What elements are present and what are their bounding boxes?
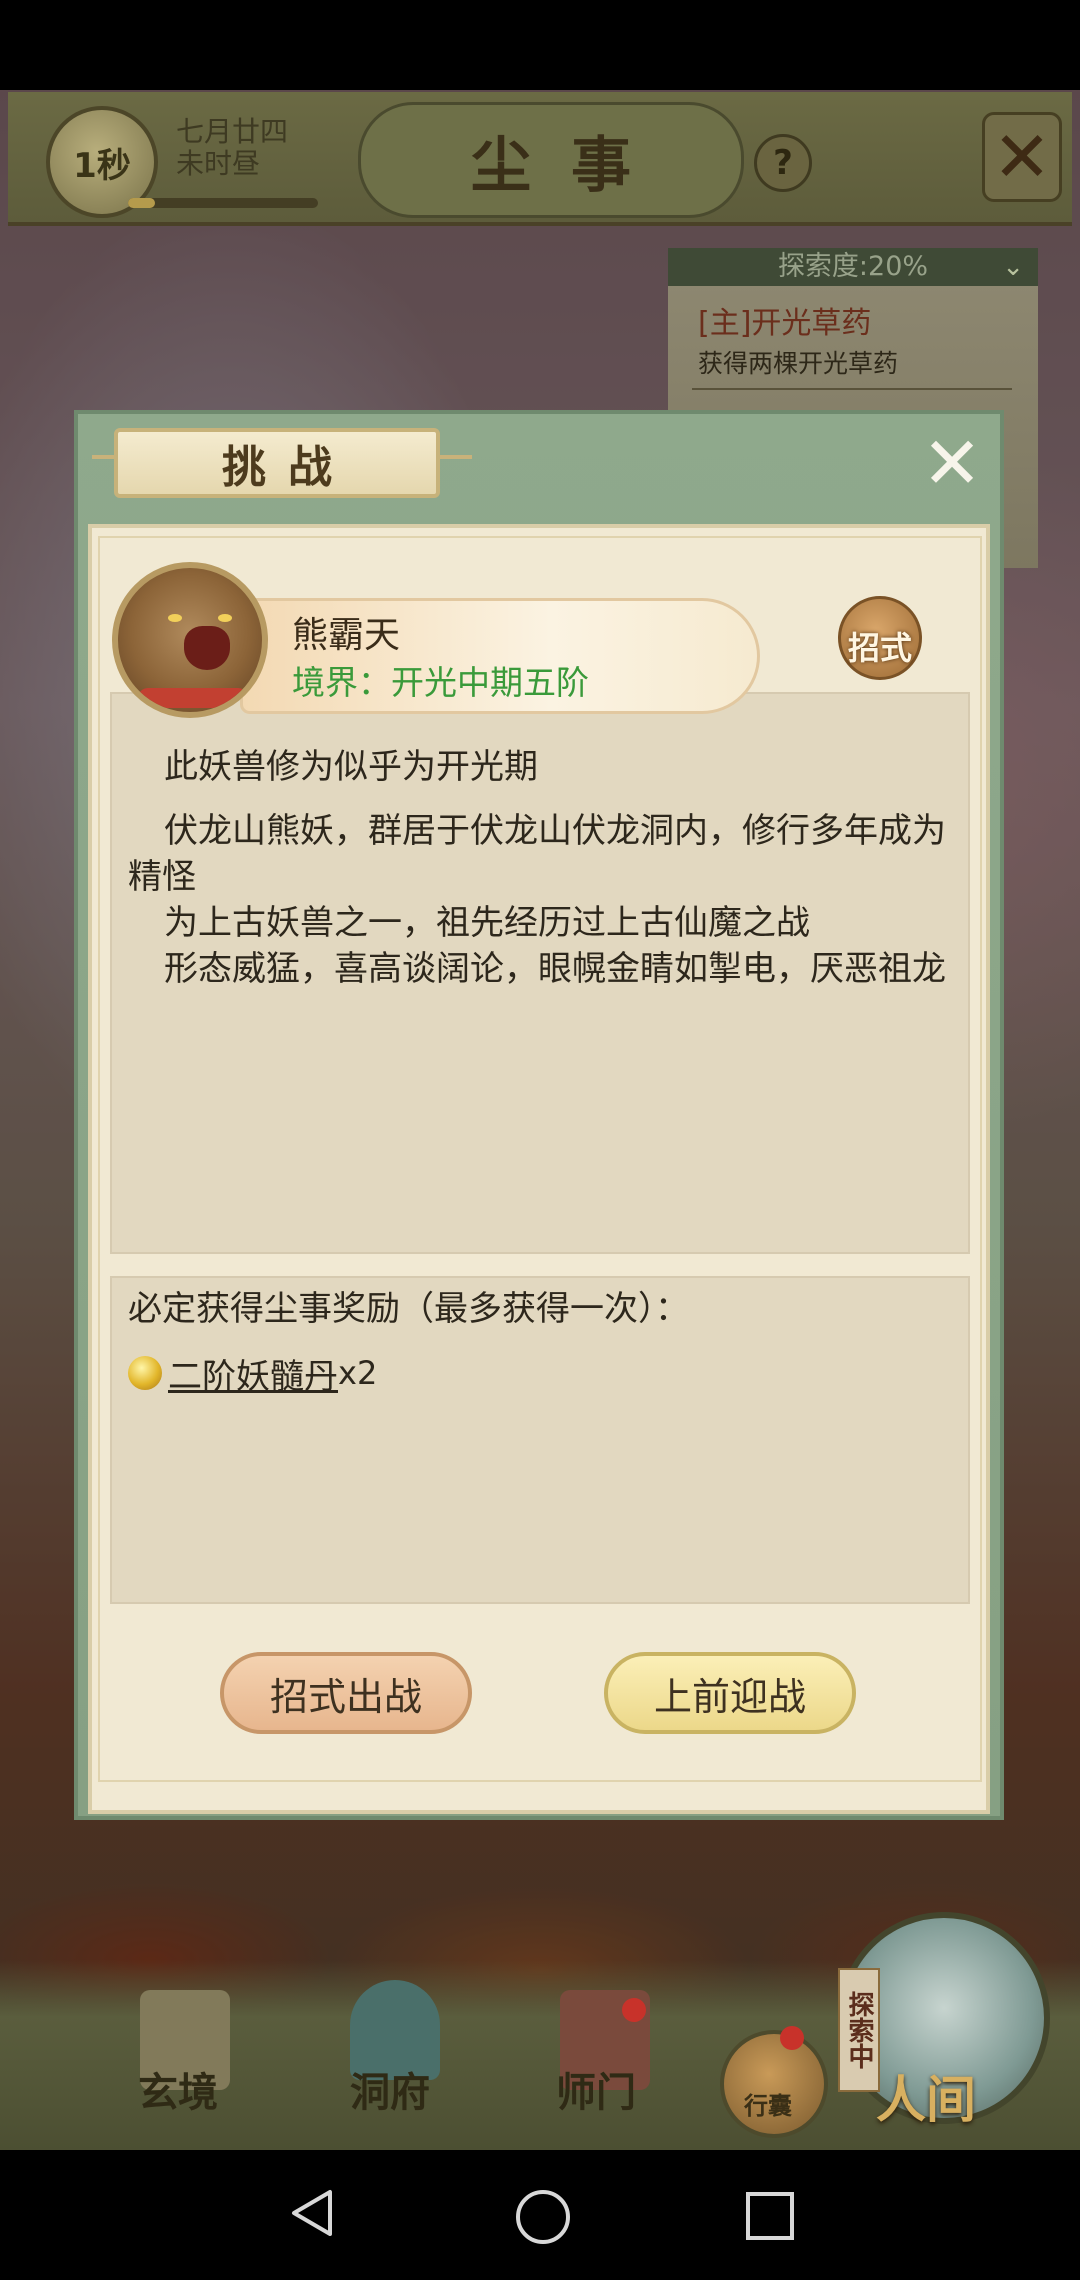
top-header: 1秒 七月廿四 未时昼 尘事 ? ✕ [8,92,1072,226]
reward-item-count: x2 [338,1354,378,1392]
bag-notification-dot [780,2026,804,2050]
help-icon: ? [773,143,793,183]
lore-line: 为上古妖兽之一，祖先经历过上古仙魔之战 [164,903,810,943]
portrait-eye-left [168,614,182,622]
nav-item-xuanjing[interactable]: 玄境 [138,2060,218,2118]
reward-item[interactable]: 二阶妖髓丹 x2 [128,1349,378,1398]
portrait-eye-right [218,614,232,622]
reward-title: 必定获得尘事奖励（最多获得一次）： [128,1289,689,1329]
nav-item-shimen[interactable]: 师门 [556,2060,636,2118]
bear-demon-portrait [112,562,268,718]
fight-with-moves-label: 招式出战 [269,1674,422,1719]
close-icon: ✕ [921,421,983,505]
main-quest-title: [主]开光草药 [698,306,872,341]
lore-line: 形态威猛，喜高谈阔论，眼幌金睛如掣电，厌恶祖龙 [164,949,946,989]
nav-item-dongfu[interactable]: 洞府 [350,2060,430,2118]
day-progress-bar [128,198,318,208]
sect-notification-dot [622,1998,646,2022]
quest-divider [692,388,1012,390]
main-quest-desc: 获得两棵开光草药 [698,349,899,378]
reward-item-name[interactable]: 二阶妖髓丹 [168,1349,338,1398]
moves-label: 招式 [847,629,912,667]
home-icon[interactable] [516,2190,570,2244]
exploration-progress: 探索度:20% [777,251,929,282]
page-title: 尘事 [471,130,671,201]
exploration-header: 探索度:20% ⌄ [668,248,1038,286]
bag-label: 行囊 [744,2092,792,2120]
engage-button[interactable]: 上前迎战 [604,1652,856,1734]
world-label: 人间 [876,2070,976,2129]
portrait-collar [138,688,248,708]
close-icon: ✕ [992,116,1052,198]
boss-name: 熊霸天 [292,615,401,656]
recents-icon[interactable] [746,2192,794,2240]
fight-with-moves-button[interactable]: 招式出战 [220,1652,472,1734]
timer-text: 1秒 [73,145,131,186]
help-button[interactable]: ? [754,134,812,192]
engage-label: 上前迎战 [653,1674,806,1719]
pill-icon [128,1356,162,1390]
cultivation-hint: 此妖兽修为似乎为开光期 [164,747,538,787]
bag-button[interactable] [720,2030,828,2138]
exploring-tag: 探索中 [838,1968,880,2092]
portrait-mouth [184,626,230,670]
dialog-title-tab: 挑战 [114,428,440,498]
page-title-plaque: 尘事 [358,102,744,218]
moves-button[interactable]: 招式 [838,596,922,680]
dialog-close-button[interactable]: ✕ [912,427,992,499]
boss-lore: 伏龙山熊妖，群居于伏龙山伏龙洞内，修行多年成为精怪 为上古妖兽之一，祖先经历过上… [128,808,958,992]
boss-realm: 境界：开光中期五阶 [292,663,589,702]
chevron-down-icon[interactable]: ⌄ [1002,248,1024,286]
date-line-2: 未时昼 [176,147,261,180]
top-close-button[interactable]: ✕ [982,112,1062,202]
lore-line: 伏龙山熊妖，群居于伏龙山伏龙洞内，修行多年成为精怪 [128,811,946,897]
game-date: 七月廿四 未时昼 [176,116,288,180]
status-bar [0,0,1080,90]
dialog-title: 挑战 [222,442,354,493]
day-progress-fill [128,198,155,208]
back-icon[interactable] [288,2188,338,2238]
date-line-1: 七月廿四 [176,115,289,148]
